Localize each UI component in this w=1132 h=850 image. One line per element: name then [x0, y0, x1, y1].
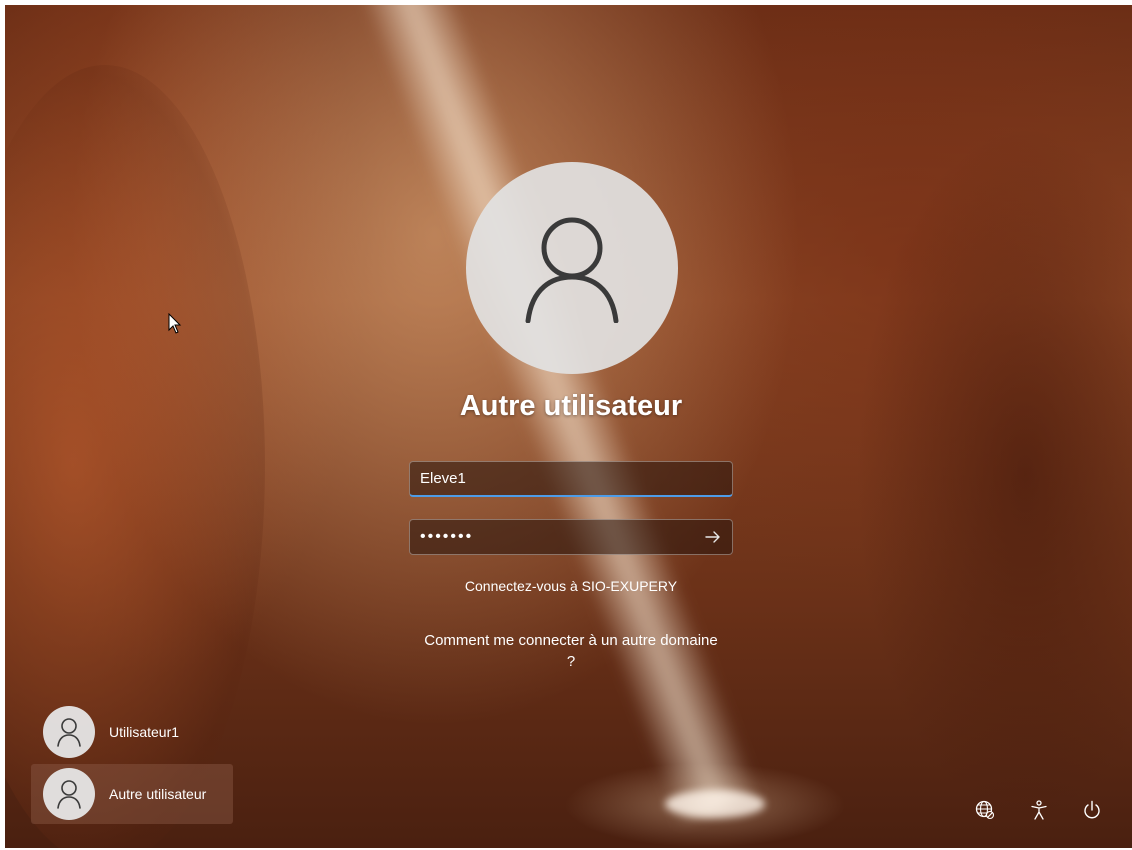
network-button[interactable] — [970, 795, 1000, 825]
user-tile-avatar — [43, 706, 95, 758]
user-tile-label: Autre utilisateur — [109, 786, 207, 802]
user-icon — [57, 718, 81, 747]
user-avatar-large — [466, 162, 678, 374]
submit-button[interactable] — [699, 523, 727, 551]
power-icon — [1084, 800, 1100, 819]
sign-in-domain-text: Connectez-vous à SIO-EXUPERY — [464, 578, 678, 594]
user-icon — [57, 780, 81, 809]
user-display-name: Autre utilisateur — [459, 390, 683, 422]
other-domain-link[interactable]: Comment me connecter à un autre domaine … — [421, 630, 721, 672]
user-tile-label: Utilisateur1 — [109, 724, 180, 740]
accessibility-button[interactable] — [1024, 795, 1054, 825]
arrow-right-icon — [705, 531, 720, 543]
mouse-cursor-icon — [168, 313, 182, 334]
accessibility-icon — [1031, 800, 1047, 820]
password-field-wrapper — [409, 519, 733, 555]
password-input[interactable] — [409, 519, 733, 555]
canyon-wall-right — [855, 125, 1132, 825]
lock-screen: Autre utilisateur Connectez-vous à SIO-E… — [5, 5, 1132, 848]
floor-light-spot — [665, 790, 765, 818]
user-tile-utilisateur1[interactable]: Utilisateur1 — [31, 702, 233, 762]
user-tile-autre-utilisateur[interactable]: Autre utilisateur — [31, 764, 233, 824]
power-button[interactable] — [1077, 795, 1107, 825]
network-icon — [975, 800, 995, 820]
user-tile-avatar — [43, 768, 95, 820]
username-input[interactable] — [409, 461, 733, 497]
user-icon — [525, 217, 619, 323]
